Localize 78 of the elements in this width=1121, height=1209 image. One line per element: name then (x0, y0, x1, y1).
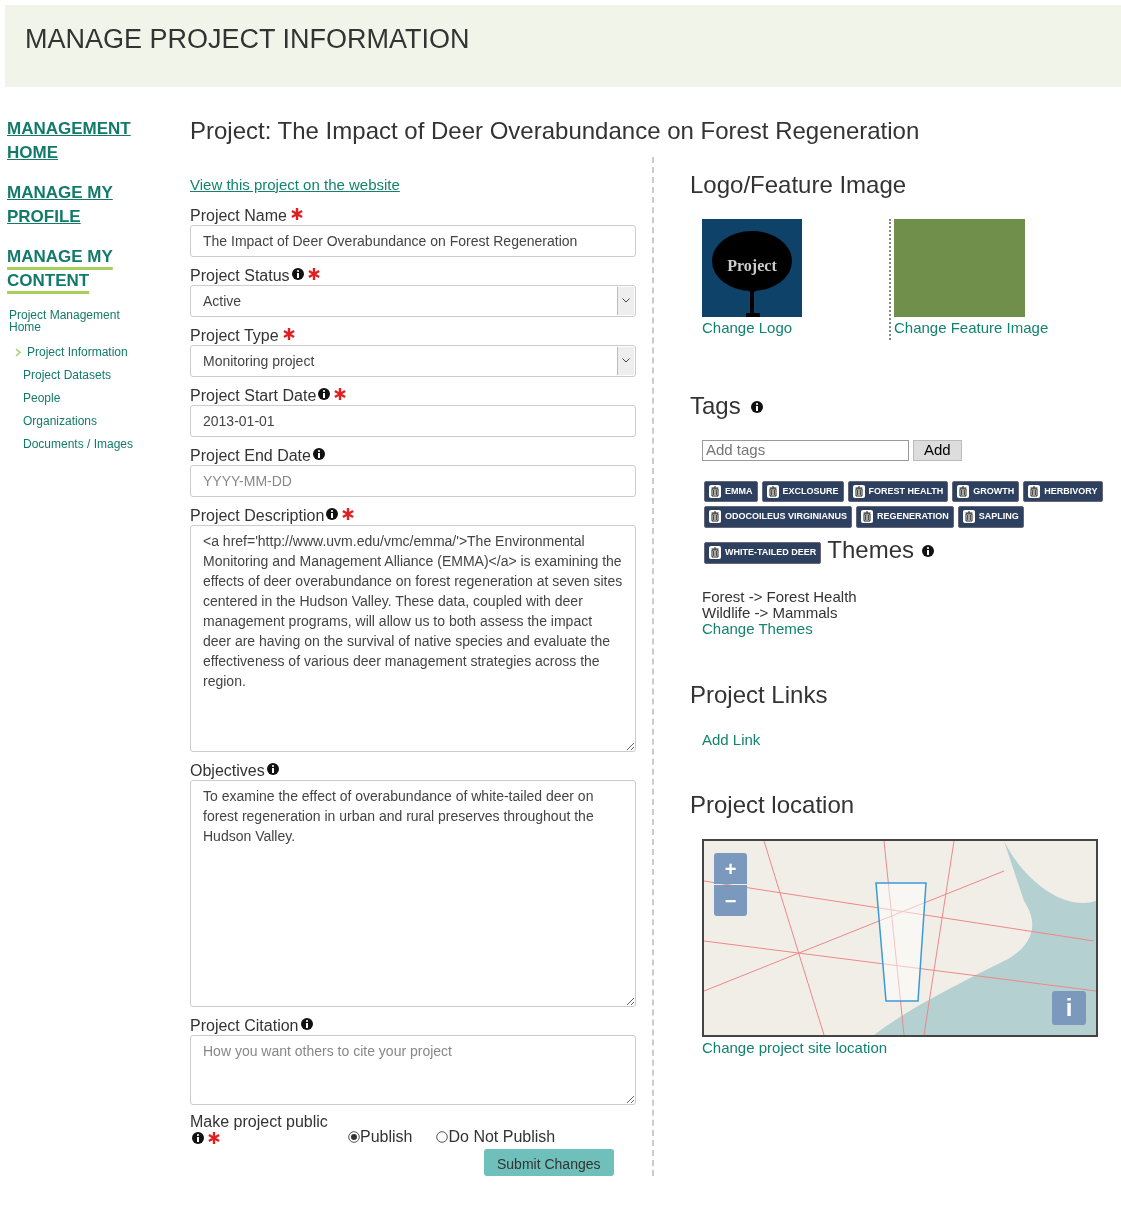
trash-icon[interactable] (766, 484, 779, 498)
sidebar-link[interactable]: Documents / Images (23, 435, 134, 453)
sidebar-link[interactable]: Organizations (23, 412, 98, 430)
field-label: Project Start Date (190, 386, 317, 404)
caret-icon[interactable] (622, 358, 630, 363)
trash-icon[interactable] (861, 510, 873, 524)
trash-icon[interactable] (852, 484, 865, 498)
change-themes-link[interactable]: Change Themes (702, 620, 813, 637)
field-label: Project Type (190, 326, 279, 344)
change-logo-link[interactable]: Change Logo (702, 317, 793, 340)
field-label: Project Citation (190, 1016, 299, 1034)
tag-input[interactable]: Add tags (702, 439, 909, 461)
info-icon[interactable] (266, 762, 279, 775)
sidebar-link[interactable]: Project Datasets (23, 366, 112, 384)
submit-button[interactable]: Submit Changes (484, 1148, 614, 1176)
info-icon[interactable] (291, 267, 304, 280)
sidebar-link[interactable]: Project Management Home (9, 309, 149, 333)
tag-chip[interactable]: EXCLOSURE (761, 480, 844, 502)
text-field[interactable]: The Impact of Deer Overabundance on Forest Regeneration (190, 224, 636, 257)
field-label: Project Name (190, 206, 287, 224)
select-field[interactable]: Active (190, 284, 636, 317)
sidebar-heading-link[interactable]: MANAGE MY PROFILE (7, 181, 132, 229)
tag-chip[interactable]: REGENERATION (856, 506, 954, 528)
tag-chip[interactable]: HERBIVORY (1023, 480, 1103, 502)
field-label: Make project public (190, 1112, 328, 1130)
field-label: Project Status (190, 266, 290, 284)
change-location-link[interactable]: Change project site location (702, 1037, 888, 1060)
field-label: Project End Date (190, 446, 311, 464)
field-label: Objectives (190, 761, 265, 779)
theme-text: Forest -> Forest Health (702, 588, 858, 605)
text-area[interactable]: <a href='http://www.uvm.edu/vmc/emma/'>The Environmental Monitoring and Management Alliance (EMMA)</a> is examining the effects of deer overabundance on forest regeneration at seven sites centered in the Hudson Valley. These data, coupled with deer management programs, will allow us to both assess the impact deer are having on the survival of native species and evaluate the effectiveness of various deer management strategies across the region. (190, 524, 636, 752)
section-heading: Project location (690, 790, 856, 820)
select-field[interactable]: Monitoring project (190, 344, 636, 377)
caret-icon[interactable] (622, 298, 630, 303)
website-link[interactable]: View this project on the website (190, 174, 400, 197)
change-feature-image-link[interactable]: Change Feature Image (894, 317, 1049, 340)
add-link[interactable]: Add Link (702, 728, 761, 751)
sidebar-heading-link[interactable]: MANAGEMENT HOME (7, 117, 132, 165)
text-area[interactable]: To examine the effect of overabundance of white-tailed deer on forest regeneration in urban and rural preserves throughout the Hudson Valley. (190, 779, 636, 1007)
tag-chip[interactable]: ODOCOILEUS VIRGINIANUS (704, 506, 852, 528)
trash-icon[interactable] (957, 484, 970, 498)
info-icon[interactable] (922, 544, 935, 557)
sidebar-heading-link[interactable]: MANAGE MY CONTENT (7, 245, 132, 293)
trash-icon[interactable] (1028, 484, 1041, 498)
add-tag-button[interactable]: Add (913, 439, 962, 461)
info-icon[interactable] (312, 447, 325, 460)
trash-icon[interactable] (709, 510, 721, 524)
tag-chip[interactable]: EMMA (704, 480, 758, 502)
tag-chip[interactable]: SAPLING (957, 506, 1024, 528)
theme-text: Wildlife -> Mammals (702, 604, 839, 621)
field-label: Project Description (190, 506, 325, 524)
section-heading: Themes (827, 535, 915, 563)
text-field[interactable]: YYYY-MM-DD (190, 464, 636, 497)
info-icon[interactable] (318, 387, 331, 400)
radio-button[interactable] (348, 1130, 360, 1143)
section-heading: Logo/Feature Image (690, 170, 908, 200)
info-icon[interactable] (192, 1131, 204, 1144)
project-title: Project: The Impact of Deer Overabundance on Forest Regeneration (190, 116, 920, 146)
page-title: MANAGE PROJECT INFORMATION (25, 23, 471, 56)
tag-chip[interactable]: GROWTH (952, 480, 1020, 502)
sidebar-link[interactable]: People (23, 389, 61, 407)
info-icon[interactable] (750, 400, 763, 413)
info-icon[interactable] (300, 1017, 313, 1030)
section-heading: Tags (690, 391, 741, 419)
info-icon[interactable] (326, 507, 339, 520)
trash-icon[interactable] (709, 546, 721, 560)
tag-chip[interactable]: FOREST HEALTH (847, 480, 949, 502)
radio-label[interactable]: Publish (360, 1124, 413, 1149)
tag-chip[interactable]: WHITE-TAILED DEER (704, 542, 822, 564)
trash-icon[interactable] (962, 510, 975, 524)
section-heading: Project Links (690, 679, 829, 710)
radio-label[interactable]: Do Not Publish (448, 1124, 556, 1149)
sidebar-link[interactable]: Project Information (27, 343, 128, 361)
radio-button[interactable] (436, 1130, 449, 1143)
logo-image: Project (702, 219, 802, 317)
trash-icon[interactable] (709, 484, 721, 498)
text-field[interactable]: 2013-01-01 (190, 404, 636, 437)
text-area[interactable]: How you want others to cite your project (190, 1034, 636, 1105)
